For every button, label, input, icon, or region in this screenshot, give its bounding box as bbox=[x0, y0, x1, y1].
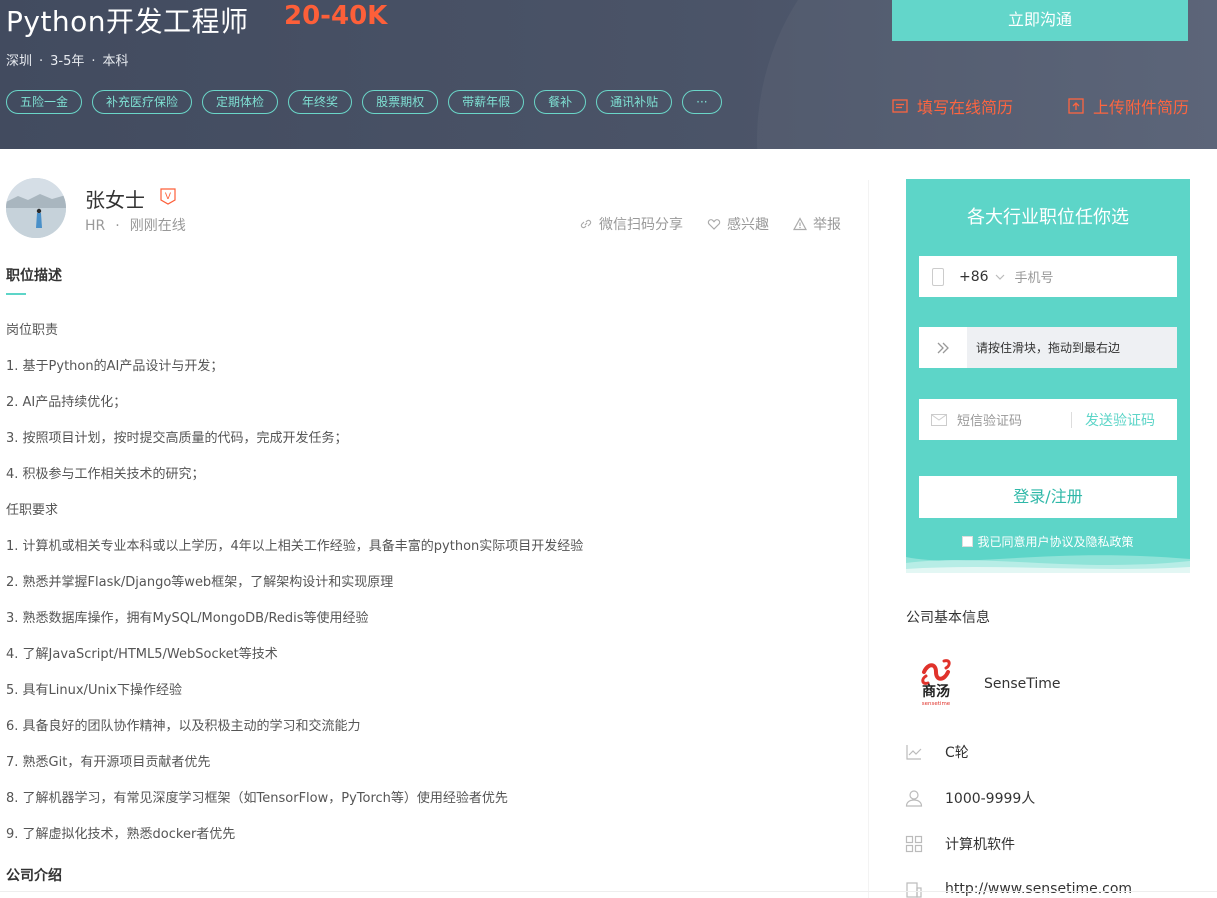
interest-label: 感兴趣 bbox=[727, 217, 769, 233]
bottom-divider bbox=[0, 891, 1217, 892]
chevron-down-icon bbox=[995, 274, 1004, 280]
phone-input[interactable]: 手机号 bbox=[1015, 267, 1054, 286]
benefit-tag: 餐补 bbox=[534, 90, 587, 114]
chat-now-button[interactable]: 立即沟通 bbox=[892, 0, 1188, 41]
share-wechat-button[interactable]: 微信扫码分享 bbox=[579, 214, 683, 234]
upload-resume-link[interactable]: 上传附件简历 bbox=[1068, 94, 1189, 118]
verified-badge-text: V bbox=[165, 192, 172, 202]
job-meta: 深圳 · 3-5年 · 本科 bbox=[6, 54, 129, 69]
benefit-tag: 年终奖 bbox=[288, 90, 353, 114]
benefit-tag: 股票期权 bbox=[362, 90, 439, 114]
section-underline bbox=[6, 293, 26, 295]
requirement-line: 6. 具备良好的团队协作精神，以及积极主动的学习和交流能力 bbox=[6, 719, 361, 734]
resume-form-icon bbox=[892, 99, 908, 113]
job-title: Python开发工程师 bbox=[6, 5, 249, 38]
requirement-line: 8. 了解机器学习，有常见深度学习框架（如TensorFlow，PyTorch等… bbox=[6, 791, 508, 806]
company-size: 1000-9999人 bbox=[945, 791, 1036, 807]
requirement-line: 3. 熟悉数据库操作，拥有MySQL/MongoDB/Redis等使用经验 bbox=[6, 611, 369, 626]
company-info-title: 公司基本信息 bbox=[906, 610, 990, 626]
more-tags-button[interactable]: ··· bbox=[682, 90, 722, 114]
upload-icon bbox=[1068, 98, 1084, 114]
decorative-waves bbox=[906, 555, 1190, 573]
agree-checkbox[interactable] bbox=[962, 536, 974, 547]
duty-line: 4. 积极参与工作相关技术的研究； bbox=[6, 467, 205, 482]
company-stage: C轮 bbox=[945, 745, 969, 761]
duty-line: 2. AI产品持续优化； bbox=[6, 395, 127, 410]
hr-name: 张女士 bbox=[85, 188, 145, 212]
job-header: Python开发工程师 20-40K 深圳 · 3-5年 · 本科 五险一金 补充医疗保… bbox=[0, 0, 1217, 149]
report-button[interactable]: 举报 bbox=[793, 214, 841, 234]
job-description-title: 职位描述 bbox=[6, 268, 62, 284]
requirement-line: 9. 了解虚拟化技术，熟悉docker者优先 bbox=[6, 827, 236, 842]
hr-status: 刚刚在线 bbox=[129, 218, 186, 234]
company-size-row: 1000-9999人 bbox=[905, 788, 1035, 808]
interest-button[interactable]: 感兴趣 bbox=[707, 214, 769, 234]
sms-code-input[interactable]: 短信验证码 bbox=[957, 410, 1022, 429]
warning-icon bbox=[793, 217, 807, 231]
avatar-photo bbox=[6, 178, 66, 238]
company-stage-row: C轮 bbox=[905, 742, 969, 762]
company-industry-row: 计算机软件 bbox=[905, 834, 1015, 854]
duty-line: 3. 按照项目计划，按时提交高质量的代码，完成开发任务； bbox=[6, 431, 348, 446]
company-website-row[interactable]: http://www.sensetime.com bbox=[905, 880, 1132, 898]
company-industry: 计算机软件 bbox=[945, 837, 1015, 853]
company-intro-title: 公司介绍 bbox=[6, 868, 62, 884]
company-logo-subtext: sensetime bbox=[922, 701, 951, 707]
hr-avatar[interactable] bbox=[6, 178, 66, 238]
requirement-line: 1. 计算机或相关专业本科或以上学历，4年以上相关工作经验，具备丰富的pytho… bbox=[6, 539, 584, 554]
hr-role: HR bbox=[85, 218, 106, 234]
hr-subline: HR · 刚刚在线 bbox=[85, 218, 186, 234]
requirements-heading: 任职要求 bbox=[6, 503, 59, 518]
fill-online-resume-label: 填写在线简历 bbox=[917, 98, 1014, 117]
sms-code-field[interactable]: 短信验证码 发送验证码 bbox=[919, 399, 1177, 440]
company-name[interactable]: SenseTime bbox=[984, 676, 1061, 692]
benefit-tag: 补充医疗保险 bbox=[92, 90, 193, 114]
person-icon bbox=[905, 790, 923, 807]
heart-icon bbox=[707, 219, 721, 230]
requirement-line: 5. 具有Linux/Unix下操作经验 bbox=[6, 683, 183, 698]
field-divider bbox=[1071, 411, 1073, 428]
company-website[interactable]: http://www.sensetime.com bbox=[945, 881, 1132, 897]
column-divider bbox=[868, 180, 869, 898]
register-title: 各大行业职位任你选 bbox=[967, 207, 1129, 228]
building-icon bbox=[906, 882, 922, 898]
share-label: 微信扫码分享 bbox=[599, 217, 683, 233]
message-icon bbox=[931, 413, 947, 426]
upload-resume-label: 上传附件简历 bbox=[1093, 98, 1190, 117]
grid-icon bbox=[905, 835, 923, 853]
benefit-tag: 通讯补贴 bbox=[596, 90, 673, 114]
chart-line-icon bbox=[906, 745, 922, 760]
requirement-line: 2. 熟悉并掌握Flask/Django等web框架，了解架构设计和实现原理 bbox=[6, 575, 394, 590]
link-icon bbox=[580, 219, 592, 229]
requirement-line: 7. 熟悉Git，有开源项目贡献者优先 bbox=[6, 755, 211, 770]
phone-field[interactable]: +86 手机号 bbox=[919, 256, 1177, 297]
phone-icon bbox=[932, 267, 944, 286]
job-education: 本科 bbox=[102, 54, 129, 69]
requirement-line: 4. 了解JavaScript/HTML5/WebSocket等技术 bbox=[6, 647, 278, 662]
job-city: 深圳 bbox=[6, 54, 33, 69]
benefit-tag: 带薪年假 bbox=[448, 90, 525, 114]
job-salary: 20-40K bbox=[284, 1, 388, 31]
double-chevron-right-icon bbox=[937, 342, 949, 353]
send-code-button[interactable]: 发送验证码 bbox=[1085, 410, 1155, 430]
benefit-tag: 定期体检 bbox=[202, 90, 279, 114]
slider-track: 请按住滑块，拖动到最右边 bbox=[967, 327, 1177, 368]
company-logo[interactable]: 商汤 sensetime bbox=[912, 658, 960, 708]
fill-online-resume-link[interactable]: 填写在线简历 bbox=[892, 94, 1013, 118]
benefit-tag: 五险一金 bbox=[6, 90, 83, 114]
report-label: 举报 bbox=[813, 217, 841, 233]
verified-badge-icon: V bbox=[160, 188, 176, 205]
country-code-select[interactable]: +86 bbox=[959, 269, 989, 285]
job-experience: 3-5年 bbox=[50, 54, 85, 69]
duty-line: 1. 基于Python的AI产品设计与开发； bbox=[6, 359, 224, 374]
benefit-tags: 五险一金 补充医疗保险 定期体检 年终奖 股票期权 带薪年假 餐补 通讯补贴 ·… bbox=[6, 90, 732, 114]
register-card: 各大行业职位任你选 +86 手机号 请按住滑块，拖动到最右边 短信验证码 发送验… bbox=[906, 179, 1190, 573]
slider-captcha[interactable]: 请按住滑块，拖动到最右边 bbox=[919, 327, 1177, 368]
login-register-button[interactable]: 登录/注册 bbox=[919, 476, 1177, 518]
slider-handle[interactable] bbox=[919, 327, 967, 368]
duties-heading: 岗位职责 bbox=[6, 323, 59, 338]
company-logo-text: 商汤 bbox=[922, 683, 950, 700]
